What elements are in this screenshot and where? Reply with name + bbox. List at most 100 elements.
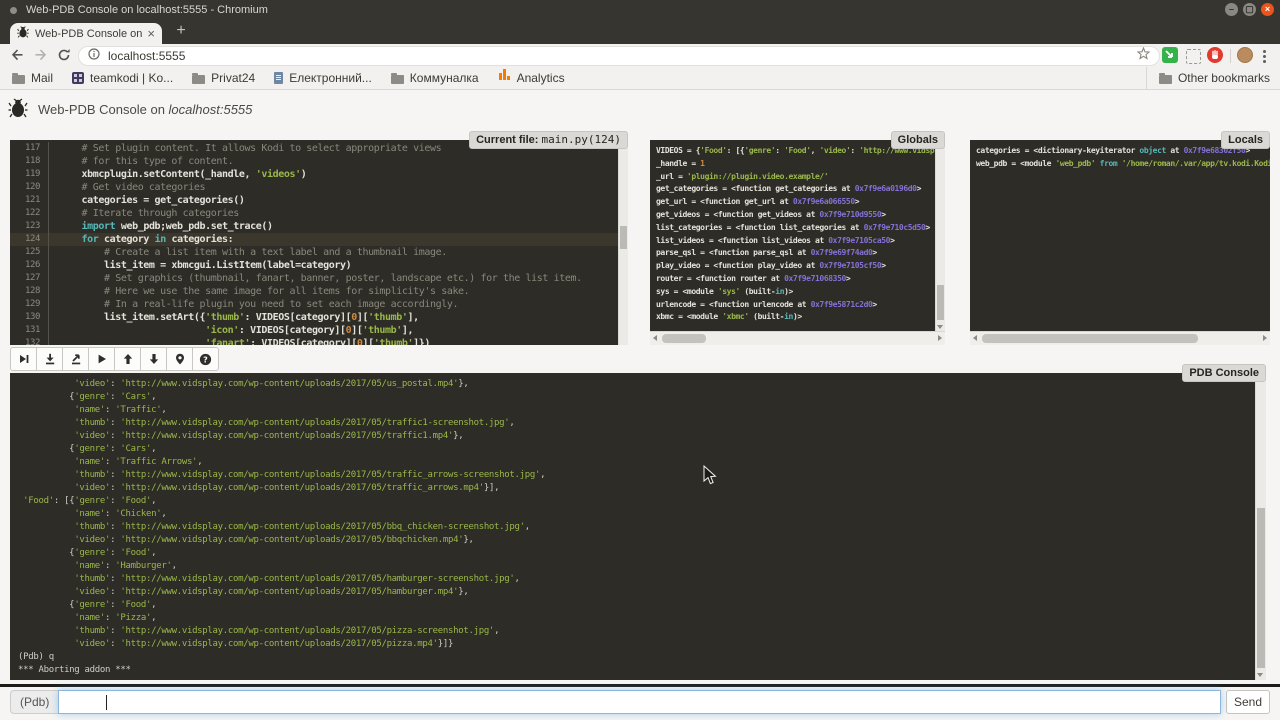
code-line: 129 # In a real-life plugin you need to … — [10, 298, 619, 311]
help-button[interactable]: ? — [192, 347, 219, 371]
variable-line: parse_qsl = <function parse_qsl at 0x7f9… — [656, 247, 936, 260]
bookmark-item[interactable]: Privat24 — [192, 71, 255, 85]
globals-label: Globals — [891, 131, 945, 149]
bookmark-label: Privat24 — [211, 71, 255, 85]
back-icon[interactable] — [10, 48, 24, 67]
code-line: 131 'icon': VIDEOS[category][0]['thumb']… — [10, 324, 619, 337]
continue-button[interactable] — [88, 347, 115, 371]
bookmark-label: Mail — [31, 71, 53, 85]
reload-icon[interactable] — [57, 48, 71, 67]
doc-icon — [274, 72, 283, 84]
console-line: 'name': 'Traffic', — [18, 404, 1256, 417]
globals-vscrollbar[interactable] — [935, 140, 945, 332]
new-tab-button[interactable]: + — [172, 22, 190, 40]
code-panel: Current file: main.py(124) 117 # Set plu… — [10, 140, 628, 345]
profile-avatar[interactable] — [1237, 47, 1253, 63]
step-into-button[interactable] — [36, 347, 63, 371]
kodi-icon — [72, 72, 84, 84]
folder-icon — [12, 75, 25, 84]
console-line: 'Food': [{'genre': 'Food', — [18, 495, 1256, 508]
step-next-button[interactable] — [10, 347, 37, 371]
browser-menu-icon[interactable] — [1262, 48, 1266, 65]
browser-tab[interactable]: Web-PDB Console on loca × — [10, 23, 162, 44]
bookmark-star-icon[interactable] — [1137, 47, 1150, 65]
svg-text:?: ? — [203, 355, 208, 364]
bookmarks-list: Mail teamkodi | Ko... Privat24 Електронний.… — [12, 71, 584, 85]
extension-placeholder-icon[interactable] — [1186, 49, 1201, 64]
window-close-button[interactable]: × — [1261, 3, 1274, 16]
console-line: 'name': 'Traffic Arrows', — [18, 456, 1256, 469]
stack-down-button[interactable] — [140, 347, 167, 371]
console-line: 'name': 'Chicken', — [18, 508, 1256, 521]
console-scrollbar[interactable] — [1255, 373, 1266, 680]
tab-close-icon[interactable]: × — [147, 26, 155, 41]
window-titlebar[interactable]: Web-PDB Console on localhost:5555 - Chro… — [0, 0, 1280, 20]
toolbar-divider — [1230, 49, 1231, 63]
scrollbar-thumb[interactable] — [937, 285, 944, 320]
console-line: 'thumb': 'http://www.vidsplay.com/wp-con… — [18, 469, 1256, 482]
send-button[interactable]: Send — [1226, 690, 1270, 714]
scrollbar-thumb[interactable] — [662, 334, 706, 343]
step-out-button[interactable] — [62, 347, 89, 371]
bookmark-item[interactable]: Електронний... — [274, 71, 372, 85]
bookmark-item[interactable]: teamkodi | Ko... — [72, 71, 173, 85]
bug-favicon-icon — [17, 25, 29, 43]
console-lines: 'video': 'http://www.vidsplay.com/wp-con… — [10, 373, 1256, 677]
bookmark-item[interactable]: Коммуналка — [391, 71, 479, 85]
console-line: {'genre': 'Food', — [18, 599, 1256, 612]
bookmark-item[interactable]: Analytics — [498, 71, 565, 85]
locals-hscrollbar[interactable] — [970, 331, 1270, 345]
globals-hscrollbar[interactable] — [650, 331, 945, 345]
extension-green-icon[interactable] — [1162, 47, 1178, 63]
code-line: 123 import web_pdb;web_pdb.set_trace() — [10, 220, 619, 233]
command-input[interactable] — [59, 691, 1220, 713]
other-bookmarks-button[interactable]: Other bookmarks — [1146, 67, 1270, 89]
site-info-icon[interactable] — [88, 47, 100, 65]
variable-line: urlencode = <function urlencode at 0x7f9… — [656, 299, 936, 312]
window-maximize-button[interactable]: ▢ — [1243, 3, 1256, 16]
bookmark-label: Електронний... — [289, 71, 372, 85]
locals-label: Locals — [1221, 131, 1270, 149]
pdb-console-label: PDB Console — [1182, 364, 1266, 382]
window-minimize-button[interactable]: – — [1225, 3, 1238, 16]
where-button[interactable] — [166, 347, 193, 371]
scrollbar-thumb[interactable] — [620, 226, 627, 249]
variable-line: sys = <module 'sys' (built-in)> — [656, 286, 936, 299]
globals-lines: VIDEOS = {'Food': [{'genre': 'Food', 'vi… — [650, 140, 936, 324]
url-text[interactable]: localhost:5555 — [108, 49, 1137, 63]
variable-line: list_videos = <function list_videos at 0… — [656, 235, 936, 248]
chart-icon — [499, 73, 502, 80]
window-title: Web-PDB Console on localhost:5555 - Chro… — [26, 4, 268, 16]
console-line: 'thumb': 'http://www.vidsplay.com/wp-con… — [18, 573, 1256, 586]
console-line: 'thumb': 'http://www.vidsplay.com/wp-con… — [18, 625, 1256, 638]
code-line: 122 # Iterate through categories — [10, 207, 619, 220]
browser-toolbar: localhost:5555 — [0, 44, 1280, 67]
command-input-wrap — [58, 690, 1221, 714]
variable-line: get_url = <function get_url at 0x7f9e6a0… — [656, 196, 936, 209]
bookmark-label: Analytics — [517, 71, 565, 85]
code-line: 128 # Here we use the same image for all… — [10, 285, 619, 298]
scrollbar-thumb[interactable] — [1257, 508, 1265, 668]
window-icon — [10, 7, 17, 14]
variable-line: get_categories = <function get_categorie… — [656, 183, 936, 196]
extension-stop-icon[interactable] — [1207, 47, 1223, 63]
variable-line: router = <function router at 0x7f9e71068… — [656, 273, 936, 286]
address-bar[interactable]: localhost:5555 — [78, 46, 1160, 66]
locals-panel: Locals categories = <dictionary-keyitera… — [970, 140, 1270, 345]
code-line: 130 list_item.setArt({'thumb': VIDEOS[ca… — [10, 311, 619, 324]
debug-toolbar: ? — [10, 347, 219, 371]
code-scrollbar[interactable] — [618, 140, 628, 345]
other-bookmarks-label: Other bookmarks — [1178, 71, 1270, 85]
code-line: 125 # Create a list item with a text lab… — [10, 246, 619, 259]
folder-icon — [1159, 75, 1172, 84]
console-line: (Pdb) q — [18, 651, 1256, 664]
console-line: 'thumb': 'http://www.vidsplay.com/wp-con… — [18, 521, 1256, 534]
console-line: 'thumb': 'http://www.vidsplay.com/wp-con… — [18, 417, 1256, 430]
scrollbar-thumb[interactable] — [982, 334, 1198, 343]
bookmark-item[interactable]: Mail — [12, 71, 53, 85]
console-line: 'video': 'http://www.vidsplay.com/wp-con… — [18, 638, 1256, 651]
stack-up-button[interactable] — [114, 347, 141, 371]
globals-panel: Globals VIDEOS = {'Food': [{'genre': 'Fo… — [650, 140, 945, 345]
forward-icon[interactable] — [34, 48, 48, 67]
code-line: 132 'fanart': VIDEOS[category][0]['thumb… — [10, 337, 619, 345]
